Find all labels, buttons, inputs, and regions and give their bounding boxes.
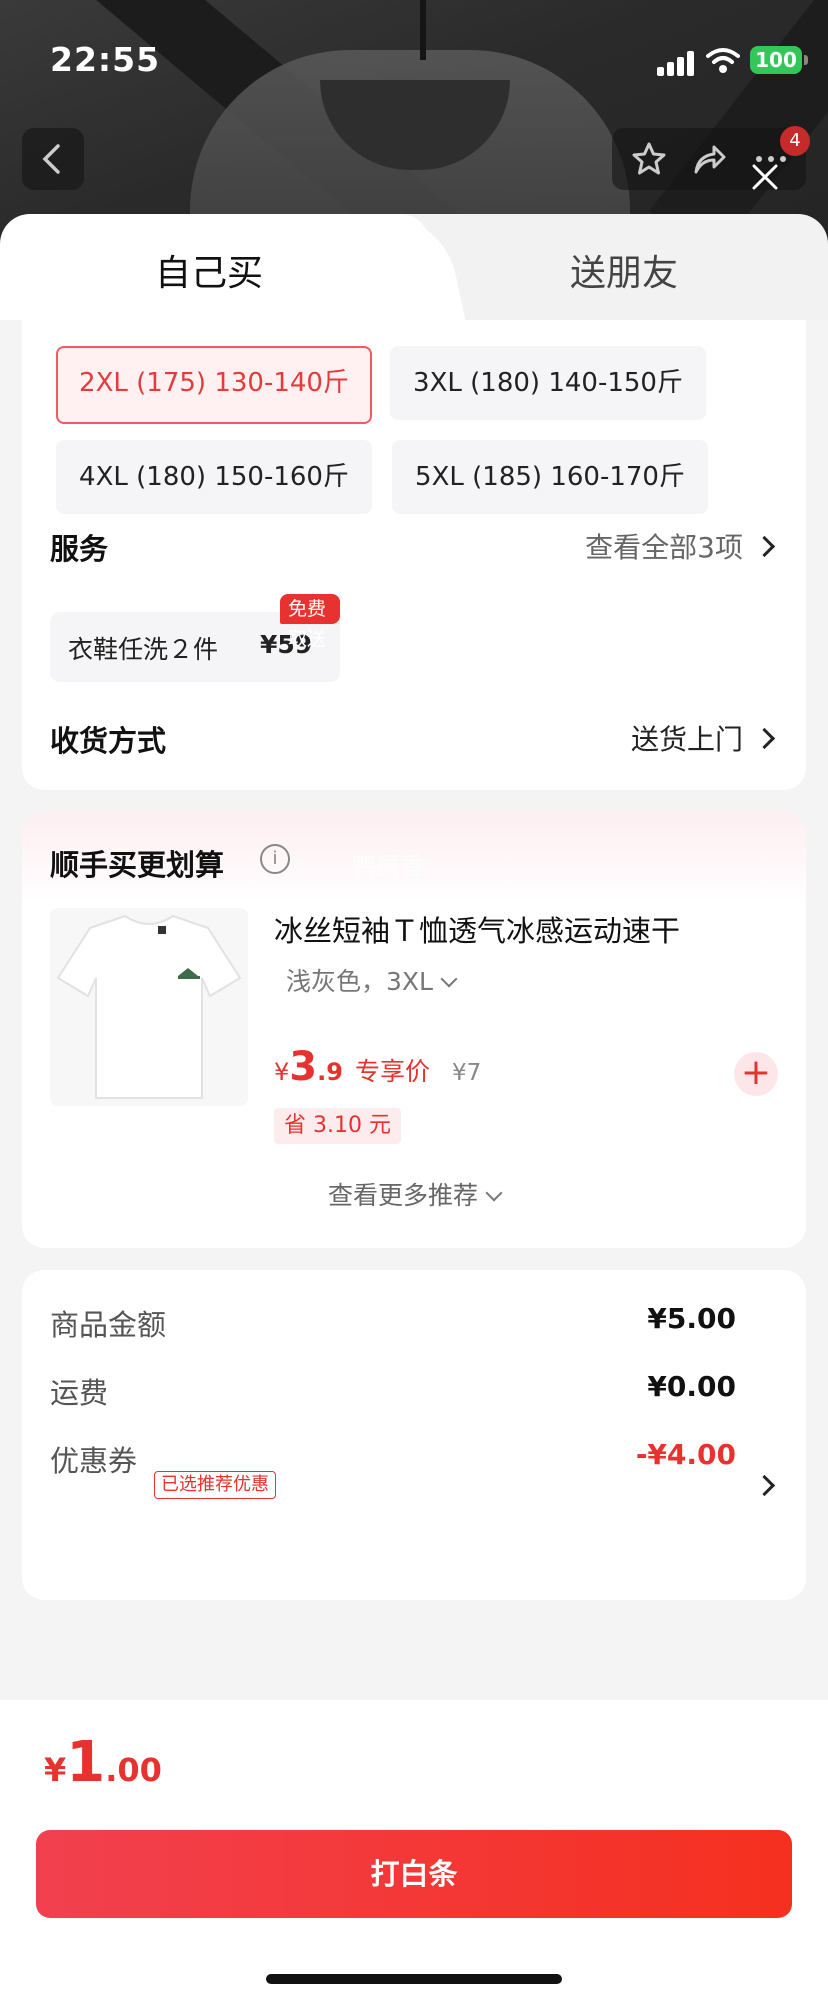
price-currency: ¥ [274,1058,290,1086]
coupon-value[interactable]: -¥4.00 [636,1438,736,1471]
tab-buy-self[interactable]: 自己买 [0,214,430,320]
addon-variant-label: 浅灰色，3XL [286,967,433,996]
status-bar: 22:55 100 [0,36,828,86]
addon-title: 顺手买更划算 [50,848,225,882]
total-integer: 1 [66,1730,106,1795]
wifi-icon [706,48,740,73]
cellular-signal-icon [657,50,697,76]
home-indicator [266,1974,562,1984]
info-icon[interactable]: i [260,844,290,874]
price-decimal: .9 [317,1058,343,1086]
service-item-name: 衣鞋任洗２件 [68,635,219,664]
addon-original-price: ¥7 [452,1060,482,1086]
delivery-method-value: 送货上门 [630,723,743,756]
addon-product-name[interactable]: 冰丝短袖Ｔ恤透气冰感运动速干 [274,908,680,950]
free-pickup-badge: 免费取送 [280,594,340,650]
addon-price: ¥3.9 专享价 [274,1044,430,1090]
fee-label: 运费 [50,1376,109,1410]
watermark-text: 鸭屎香 [352,852,424,880]
total-currency: ¥ [44,1751,67,1789]
more-recommendations-label: 查看更多推荐 [327,1181,478,1210]
total-price: ¥1.00 [44,1730,162,1795]
pay-button[interactable]: 打白条 [36,1830,792,1918]
service-view-all[interactable]: 查看全部3项 [585,526,776,566]
chevron-right-icon[interactable] [753,1474,776,1497]
fee-label: 商品金额 [50,1308,167,1342]
add-addon-button[interactable]: + [734,1052,778,1096]
chevron-down-icon [440,970,458,988]
size-option[interactable]: 3XL (180) 140-150斤 [390,346,706,420]
tshirt-image [56,914,242,1099]
price-integer: 3 [289,1044,318,1090]
exclusive-price-label: 专享价 [354,1057,430,1086]
chevron-right-icon [753,727,776,749]
addon-saving-badge: 省 3.10 元 [274,1108,401,1144]
chevron-right-icon [753,535,776,557]
status-time: 22:55 [50,40,161,79]
delivery-title: 收货方式 [50,724,167,758]
total-decimal: .00 [105,1751,162,1789]
back-button[interactable] [22,128,84,190]
addon-variant-select[interactable]: 浅灰色，3XL [286,962,458,998]
size-option[interactable]: 2XL (175) 130-140斤 [56,346,372,424]
size-option[interactable]: 5XL (185) 160-170斤 [392,440,708,514]
share-icon[interactable] [690,140,728,178]
service-item[interactable]: 衣鞋任洗２件 ¥59 免费取送 [50,594,340,682]
tab-label: 送朋友 [570,253,679,294]
spec-card: 2XL (175) 130-140斤 3XL (180) 140-150斤 4X… [22,320,806,790]
fee-value: ¥5.00 [647,1302,736,1335]
addon-card: 顺手买更划算 i 鸭屎香 冰丝短袖Ｔ恤透气冰感运动速干 浅灰色，3XL ¥3.9… [22,812,806,1248]
checkout-bar: ¥1.00 打白条 [0,1700,828,2007]
more-recommendations[interactable]: 查看更多推荐 [22,1176,806,1212]
addon-product-image[interactable] [50,908,248,1106]
purchase-sheet: 送朋友 自己买 2XL (175) 130-140斤 3XL (180) 140… [0,214,828,2007]
message-badge: 4 [780,126,810,156]
fee-value: ¥0.00 [647,1370,736,1403]
service-title: 服务 [50,532,109,566]
delivery-method[interactable]: 送货上门 [630,718,776,758]
tab-gift-friend[interactable]: 送朋友 [400,214,828,320]
coupon-label: 优惠券 [50,1444,138,1478]
star-icon[interactable] [630,140,668,178]
battery-indicator: 100 [750,46,808,74]
tab-label: 自己买 [155,253,264,294]
chevron-left-icon [42,144,60,174]
tab-bar: 送朋友 自己买 [0,214,828,320]
fee-card: 商品金额 ¥5.00 运费 ¥0.00 优惠券 已选推荐优惠 -¥4.00 [22,1270,806,1600]
size-option[interactable]: 4XL (180) 150-160斤 [56,440,372,514]
service-view-all-label: 查看全部3项 [585,531,743,564]
coupon-recommended-badge: 已选推荐优惠 [154,1471,276,1499]
chevron-down-icon [485,1184,503,1202]
close-icon[interactable] [748,160,782,194]
